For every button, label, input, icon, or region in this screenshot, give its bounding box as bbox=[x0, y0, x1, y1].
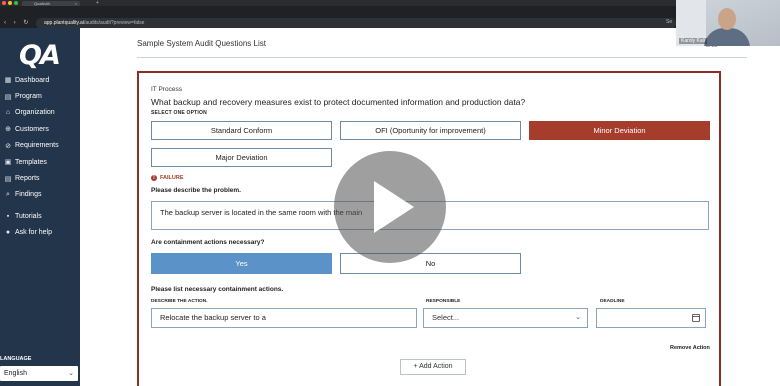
url-host: app.plantquality.ai bbox=[44, 20, 84, 26]
option-major-deviation[interactable]: Major Deviation bbox=[151, 148, 332, 167]
deadline-date-input[interactable] bbox=[596, 308, 706, 328]
add-action-label: Add Action bbox=[419, 363, 453, 370]
building-icon: ⌂ bbox=[5, 109, 11, 117]
calendar-icon[interactable] bbox=[692, 314, 700, 322]
table-icon: ▤ bbox=[4, 93, 12, 101]
maximize-window-icon[interactable] bbox=[14, 1, 18, 5]
responsible-placeholder: Select... bbox=[432, 313, 460, 322]
sidebar-nav: ▦ Dashboard ▤ Program ⌂ Organization ⊕ Custo… bbox=[0, 72, 80, 241]
question-section: IT Process bbox=[151, 86, 182, 93]
action-description-input[interactable]: Relocate the backup server to a bbox=[151, 308, 417, 328]
deadline-label: DEADLINE bbox=[600, 299, 625, 304]
sidebar-item-label: Templates bbox=[15, 158, 47, 166]
add-action-button[interactable]: + Add Action bbox=[400, 359, 466, 375]
sidebar-item-label: Customers bbox=[15, 125, 49, 133]
chevron-down-icon: ⌄ bbox=[575, 314, 581, 321]
plus-circle-icon: ⊕ bbox=[5, 126, 11, 134]
search-icon: ⌕ bbox=[6, 190, 10, 198]
grid-icon: ▦ bbox=[4, 77, 12, 85]
book-icon: ▪ bbox=[6, 212, 10, 220]
option-standard-conform[interactable]: Standard Conform bbox=[151, 121, 332, 140]
chevron-down-icon: ⌄ bbox=[68, 370, 74, 377]
sidebar-item-label: Tutorials bbox=[15, 212, 42, 220]
sidebar-item-label: Ask for help bbox=[15, 229, 52, 237]
sidebar-item-reports[interactable]: ▤ Reports bbox=[0, 170, 80, 186]
failure-status: ! FAILURE bbox=[151, 175, 184, 181]
browser-profile[interactable]: Se bbox=[666, 19, 672, 25]
sidebar-item-label: Reports bbox=[15, 175, 40, 183]
responsible-label: RESPONSIBLE bbox=[426, 299, 461, 304]
minimize-window-icon[interactable] bbox=[8, 1, 12, 5]
sidebar-item-organization[interactable]: ⌂ Organization bbox=[0, 105, 80, 121]
sidebar-item-label: Organization bbox=[15, 109, 55, 117]
language-label: LANGUAGE bbox=[0, 356, 32, 362]
language-select[interactable]: English ⌄ bbox=[0, 366, 78, 381]
check-circle-icon: ⊘ bbox=[5, 142, 11, 150]
question-text: What backup and recovery measures exist … bbox=[151, 97, 526, 107]
report-icon: ▤ bbox=[4, 175, 12, 183]
presenter-head bbox=[718, 8, 736, 30]
sidebar-item-dashboard[interactable]: ▦ Dashboard bbox=[0, 72, 80, 88]
sidebar-item-label: Requirements bbox=[15, 142, 59, 150]
close-window-icon[interactable] bbox=[2, 1, 6, 5]
sidebar-item-label: Findings bbox=[15, 191, 42, 199]
option-minor-deviation[interactable]: Minor Deviation bbox=[529, 121, 710, 140]
sidebar-item-customers[interactable]: ⊕ Customers bbox=[0, 121, 80, 137]
app-logo[interactable]: QA bbox=[19, 40, 61, 71]
sidebar-item-label: Dashboard bbox=[15, 76, 50, 84]
window-controls[interactable] bbox=[2, 1, 18, 5]
option-ofi[interactable]: OFI (Oportunity for improvement) bbox=[340, 121, 521, 140]
select-one-label: SELECT ONE OPTION bbox=[151, 110, 207, 116]
failure-label: FAILURE bbox=[160, 175, 184, 181]
play-icon bbox=[374, 181, 414, 233]
sidebar-item-program[interactable]: ▤ Program bbox=[0, 88, 80, 104]
page-title: Sample System Audit Questions List bbox=[137, 39, 266, 48]
presenter-body bbox=[704, 28, 750, 46]
address-bar-area: ‹ › ↻ ⌂ app.plantquality.ai/audits/audit… bbox=[0, 6, 780, 29]
actions-label: Please list necessary containment action… bbox=[151, 286, 284, 293]
sidebar-item-tutorials[interactable]: ▪ Tutorials bbox=[0, 208, 80, 224]
language-value: English bbox=[4, 370, 27, 377]
containment-yes-button[interactable]: Yes bbox=[151, 253, 332, 274]
video-play-button[interactable] bbox=[334, 151, 446, 263]
sidebar-item-templates[interactable]: ▣ Templates bbox=[0, 154, 80, 170]
title-divider bbox=[137, 57, 747, 58]
remove-action-button[interactable]: Remove Action bbox=[670, 345, 710, 351]
sidebar-item-ask-for-help[interactable]: ● Ask for help bbox=[0, 225, 80, 241]
help-icon: ● bbox=[5, 229, 11, 237]
sidebar-item-requirements[interactable]: ⊘ Requirements bbox=[0, 138, 80, 154]
responsible-select[interactable]: Select... ⌄ bbox=[423, 308, 588, 328]
sidebar-item-findings[interactable]: ⌕ Findings bbox=[0, 187, 80, 203]
webcam-name-label: Karoly Kali bbox=[679, 38, 707, 44]
alert-icon: ! bbox=[151, 175, 157, 181]
sidebar: QA ▦ Dashboard ▤ Program ⌂ Organization ⊕ Cu… bbox=[0, 28, 80, 386]
describe-action-label: DESCRIBE THE ACTION. bbox=[151, 299, 208, 304]
problem-label: Please describe the problem. bbox=[151, 187, 241, 194]
document-icon: ▣ bbox=[4, 159, 12, 167]
sidebar-item-label: Program bbox=[15, 93, 42, 101]
containment-label: Are containment actions necessary? bbox=[151, 239, 265, 246]
url-path: /audits/audit?preview=false bbox=[83, 20, 145, 26]
